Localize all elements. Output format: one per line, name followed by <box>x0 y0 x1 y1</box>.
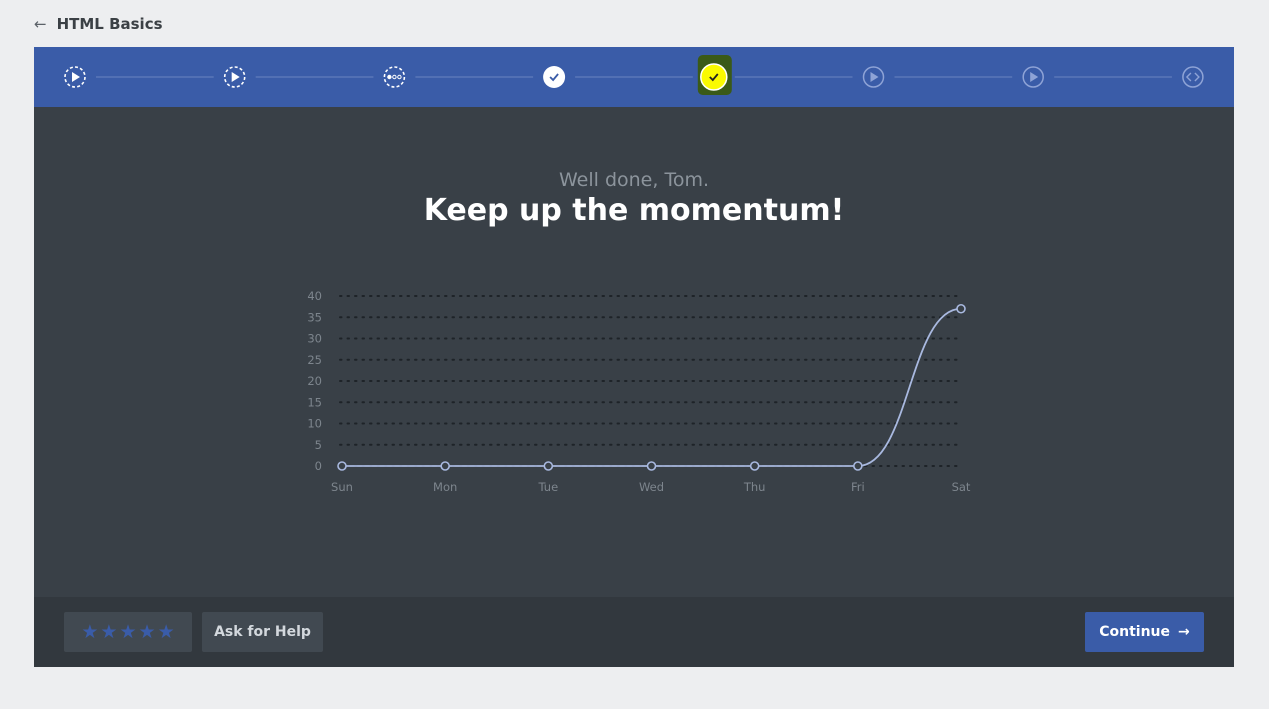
course-title: HTML Basics <box>56 15 163 33</box>
code-icon <box>1185 72 1200 82</box>
x-tick-label: Fri <box>851 480 865 494</box>
weekly-chart: 0 5 10 15 20 25 30 35 40 Sun Mon Tue Wed Thu Fri Sat <box>307 289 971 494</box>
dots-icon <box>387 74 402 80</box>
y-tick-label: 0 <box>315 459 322 473</box>
step-circle <box>543 66 566 88</box>
x-tick-label: Sat <box>952 480 971 494</box>
ask-for-help-button[interactable]: Ask for Help <box>202 612 323 652</box>
arrow-right-icon: → <box>1178 624 1190 640</box>
step-circle <box>700 63 728 91</box>
play-icon <box>231 72 240 82</box>
data-point <box>543 461 554 471</box>
progress-steps <box>64 55 1204 95</box>
x-tick-label: Thu <box>743 480 766 494</box>
progress-step[interactable] <box>862 66 885 88</box>
star-icon[interactable]: ★ <box>119 622 136 642</box>
progress-step[interactable] <box>383 66 406 88</box>
progress-step[interactable] <box>1182 66 1204 88</box>
data-point <box>853 461 863 471</box>
footer-bar: ★ ★ ★ ★ ★ Ask for Help Continue → <box>34 597 1234 667</box>
step-circle <box>1182 66 1204 88</box>
y-tick-label: 25 <box>307 353 322 367</box>
arrow-left-icon: ← <box>34 15 47 33</box>
data-point <box>749 461 760 471</box>
progress-step[interactable] <box>1022 66 1044 88</box>
y-tick-label: 5 <box>315 438 322 452</box>
continue-button[interactable]: Continue → <box>1085 612 1204 652</box>
data-point <box>337 461 347 471</box>
x-tick-label: Sun <box>331 480 353 494</box>
y-tick-label: 10 <box>307 417 322 431</box>
continue-label: Continue <box>1099 624 1171 640</box>
x-tick-label: Tue <box>538 480 559 494</box>
data-point <box>956 303 966 314</box>
progress-step[interactable] <box>223 66 246 88</box>
star-icon[interactable]: ★ <box>81 622 98 642</box>
y-tick-label: 40 <box>307 289 322 303</box>
series-line <box>342 307 962 467</box>
progress-step[interactable] <box>543 66 566 88</box>
progress-step[interactable] <box>64 66 86 88</box>
progress-step[interactable] <box>697 55 732 95</box>
star-icon[interactable]: ★ <box>158 622 175 642</box>
play-icon <box>870 72 879 82</box>
star-icon[interactable]: ★ <box>100 622 117 642</box>
star-icon[interactable]: ★ <box>139 622 156 642</box>
data-point <box>646 461 657 471</box>
y-tick-label: 30 <box>307 332 322 346</box>
rating-stars[interactable]: ★ ★ ★ ★ ★ <box>64 612 192 652</box>
progress-bar <box>34 47 1234 107</box>
back-link[interactable]: ← HTML Basics <box>34 12 163 36</box>
x-tick-label: Wed <box>639 480 664 494</box>
y-tick-label: 15 <box>307 395 322 409</box>
x-tick-label: Mon <box>433 480 457 494</box>
y-tick-label: 35 <box>307 310 322 324</box>
play-icon <box>72 72 80 82</box>
play-icon <box>1030 72 1039 82</box>
y-tick-label: 20 <box>307 374 322 388</box>
lesson-panel: Well done, Tom. Keep up the momentum! 05… <box>34 47 1234 667</box>
data-point <box>440 461 450 471</box>
